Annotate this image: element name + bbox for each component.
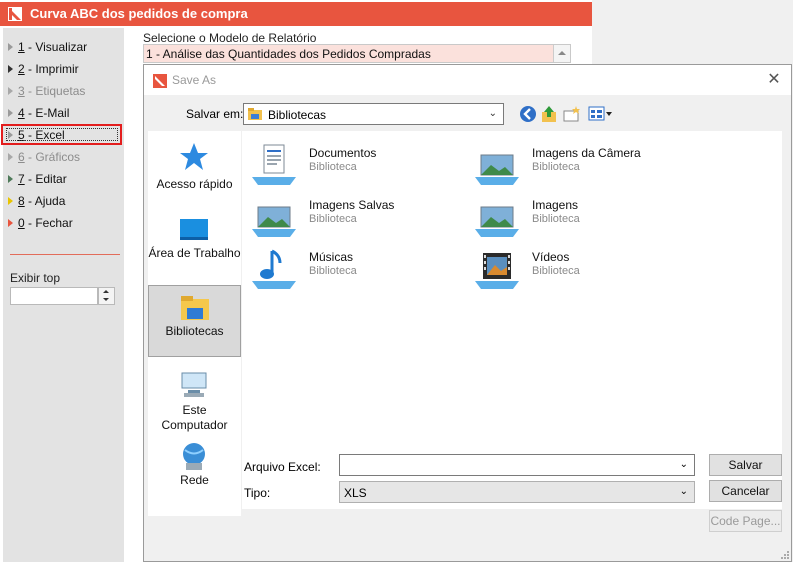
code-page-button[interactable]: Code Page...: [709, 510, 782, 532]
menu-item-fechar[interactable]: 0 - Fechar: [6, 213, 120, 233]
arrow-right-icon: [8, 219, 13, 227]
list-item[interactable]: Imagens da Câmera Biblioteca: [473, 143, 683, 187]
model-list[interactable]: 1 - Análise das Quantidades dos Pedidos …: [143, 44, 571, 63]
save-as-dialog: Save As ✕ Salvar em: Bibliotecas ⌄ Acess…: [143, 64, 792, 562]
music-library-icon: [252, 249, 296, 289]
arrow-right-icon: [8, 175, 13, 183]
menu-item-ajuda[interactable]: 8 - Ajuda: [6, 191, 120, 211]
list-item[interactable]: Imagens Biblioteca: [473, 195, 683, 239]
place-bibliotecas[interactable]: Bibliotecas: [148, 285, 241, 357]
model-label: Selecione o Modelo de Relatório: [143, 31, 317, 45]
sidebar-divider: [10, 254, 120, 255]
star-icon: [180, 143, 208, 170]
model-selected-item[interactable]: 1 - Análise das Quantidades dos Pedidos …: [146, 47, 431, 61]
dialog-title: Save As: [172, 73, 217, 87]
network-icon: [183, 443, 205, 470]
dialog-title-bar: Save As ✕: [144, 65, 791, 95]
chevron-down-icon: ⌄: [488, 108, 497, 119]
file-list: Documentos Biblioteca Imagens da Câmera …: [242, 131, 782, 509]
list-item[interactable]: Vídeos Biblioteca: [473, 247, 683, 291]
menu-item-imprimir[interactable]: 2 - Imprimir: [6, 59, 120, 79]
libraries-folder-icon: [248, 108, 262, 120]
menu-item-email[interactable]: 4 - E-Mail: [6, 103, 120, 123]
camera-roll-library-icon: [475, 154, 519, 185]
documents-library-icon: [252, 144, 296, 185]
libraries-folder-icon: [181, 296, 209, 320]
list-scroll-up[interactable]: [553, 45, 570, 62]
place-rede[interactable]: Rede: [148, 437, 241, 497]
app-logo-icon: [8, 7, 22, 21]
places-bar: Acesso rápido Área de Trabalho Bibliotec…: [148, 131, 241, 516]
file-type-value: XLS: [344, 486, 367, 500]
spin-up-icon[interactable]: [103, 290, 109, 293]
pictures-library-icon: [475, 206, 519, 237]
excel-highlight-box: [1, 124, 122, 145]
menu-item-visualizar[interactable]: 1 - Visualizar: [6, 37, 120, 57]
menu-item-editar[interactable]: 7 - Editar: [6, 169, 120, 189]
up-folder-icon[interactable]: [540, 105, 558, 123]
arrow-right-icon: [8, 197, 13, 205]
chevron-down-icon[interactable]: ⌄: [680, 459, 688, 470]
arrow-right-icon: [8, 109, 13, 117]
exibir-top-input[interactable]: [10, 287, 98, 305]
arrow-right-icon: [8, 43, 13, 51]
exibir-top-spinner[interactable]: [98, 287, 115, 305]
list-item[interactable]: Documentos Biblioteca: [250, 143, 460, 187]
app-title: Curva ABC dos pedidos de compra: [30, 6, 248, 21]
save-button[interactable]: Salvar: [709, 454, 782, 476]
app-title-bar: Curva ABC dos pedidos de compra: [0, 2, 593, 26]
save-in-value: Bibliotecas: [268, 108, 327, 122]
list-item[interactable]: Imagens Salvas Biblioteca: [250, 195, 460, 239]
close-icon[interactable]: ✕: [765, 71, 783, 89]
cancel-button[interactable]: Cancelar: [709, 480, 782, 502]
list-item[interactable]: Músicas Biblioteca: [250, 247, 460, 291]
arrow-right-icon: [8, 65, 13, 73]
chevron-up-icon: [558, 51, 566, 55]
back-icon[interactable]: [519, 105, 537, 123]
spin-down-icon[interactable]: [103, 298, 109, 301]
exibir-top-label: Exibir top: [10, 271, 61, 285]
filename-input[interactable]: ⌄: [339, 454, 695, 476]
arrow-right-icon: [8, 87, 13, 95]
computer-icon: [181, 372, 207, 397]
place-acesso-rapido[interactable]: Acesso rápido: [148, 137, 241, 197]
menu-item-etiquetas[interactable]: 3 - Etiquetas: [6, 81, 120, 101]
place-area-de-trabalho[interactable]: Área de Trabalho: [148, 211, 241, 281]
videos-library-icon: [475, 253, 519, 289]
chevron-down-icon: ⌄: [679, 486, 688, 497]
arrow-right-icon: [8, 153, 13, 161]
new-folder-icon[interactable]: [563, 105, 581, 123]
place-este-computador[interactable]: Este Computador: [148, 363, 241, 435]
saved-pictures-library-icon: [252, 206, 296, 237]
file-type-combo[interactable]: XLS ⌄: [339, 481, 695, 503]
desktop-icon: [180, 219, 208, 240]
app-logo-icon: [153, 74, 167, 88]
menu-item-graficos[interactable]: 6 - Gráficos: [6, 147, 120, 167]
file-type-label: Tipo:: [244, 486, 271, 500]
save-in-combo[interactable]: Bibliotecas ⌄: [243, 103, 504, 125]
save-in-label: Salvar em:: [186, 107, 244, 121]
filename-label: Arquivo Excel:: [244, 460, 321, 474]
resize-grip-icon[interactable]: [779, 549, 789, 559]
view-menu-icon[interactable]: [588, 105, 614, 123]
